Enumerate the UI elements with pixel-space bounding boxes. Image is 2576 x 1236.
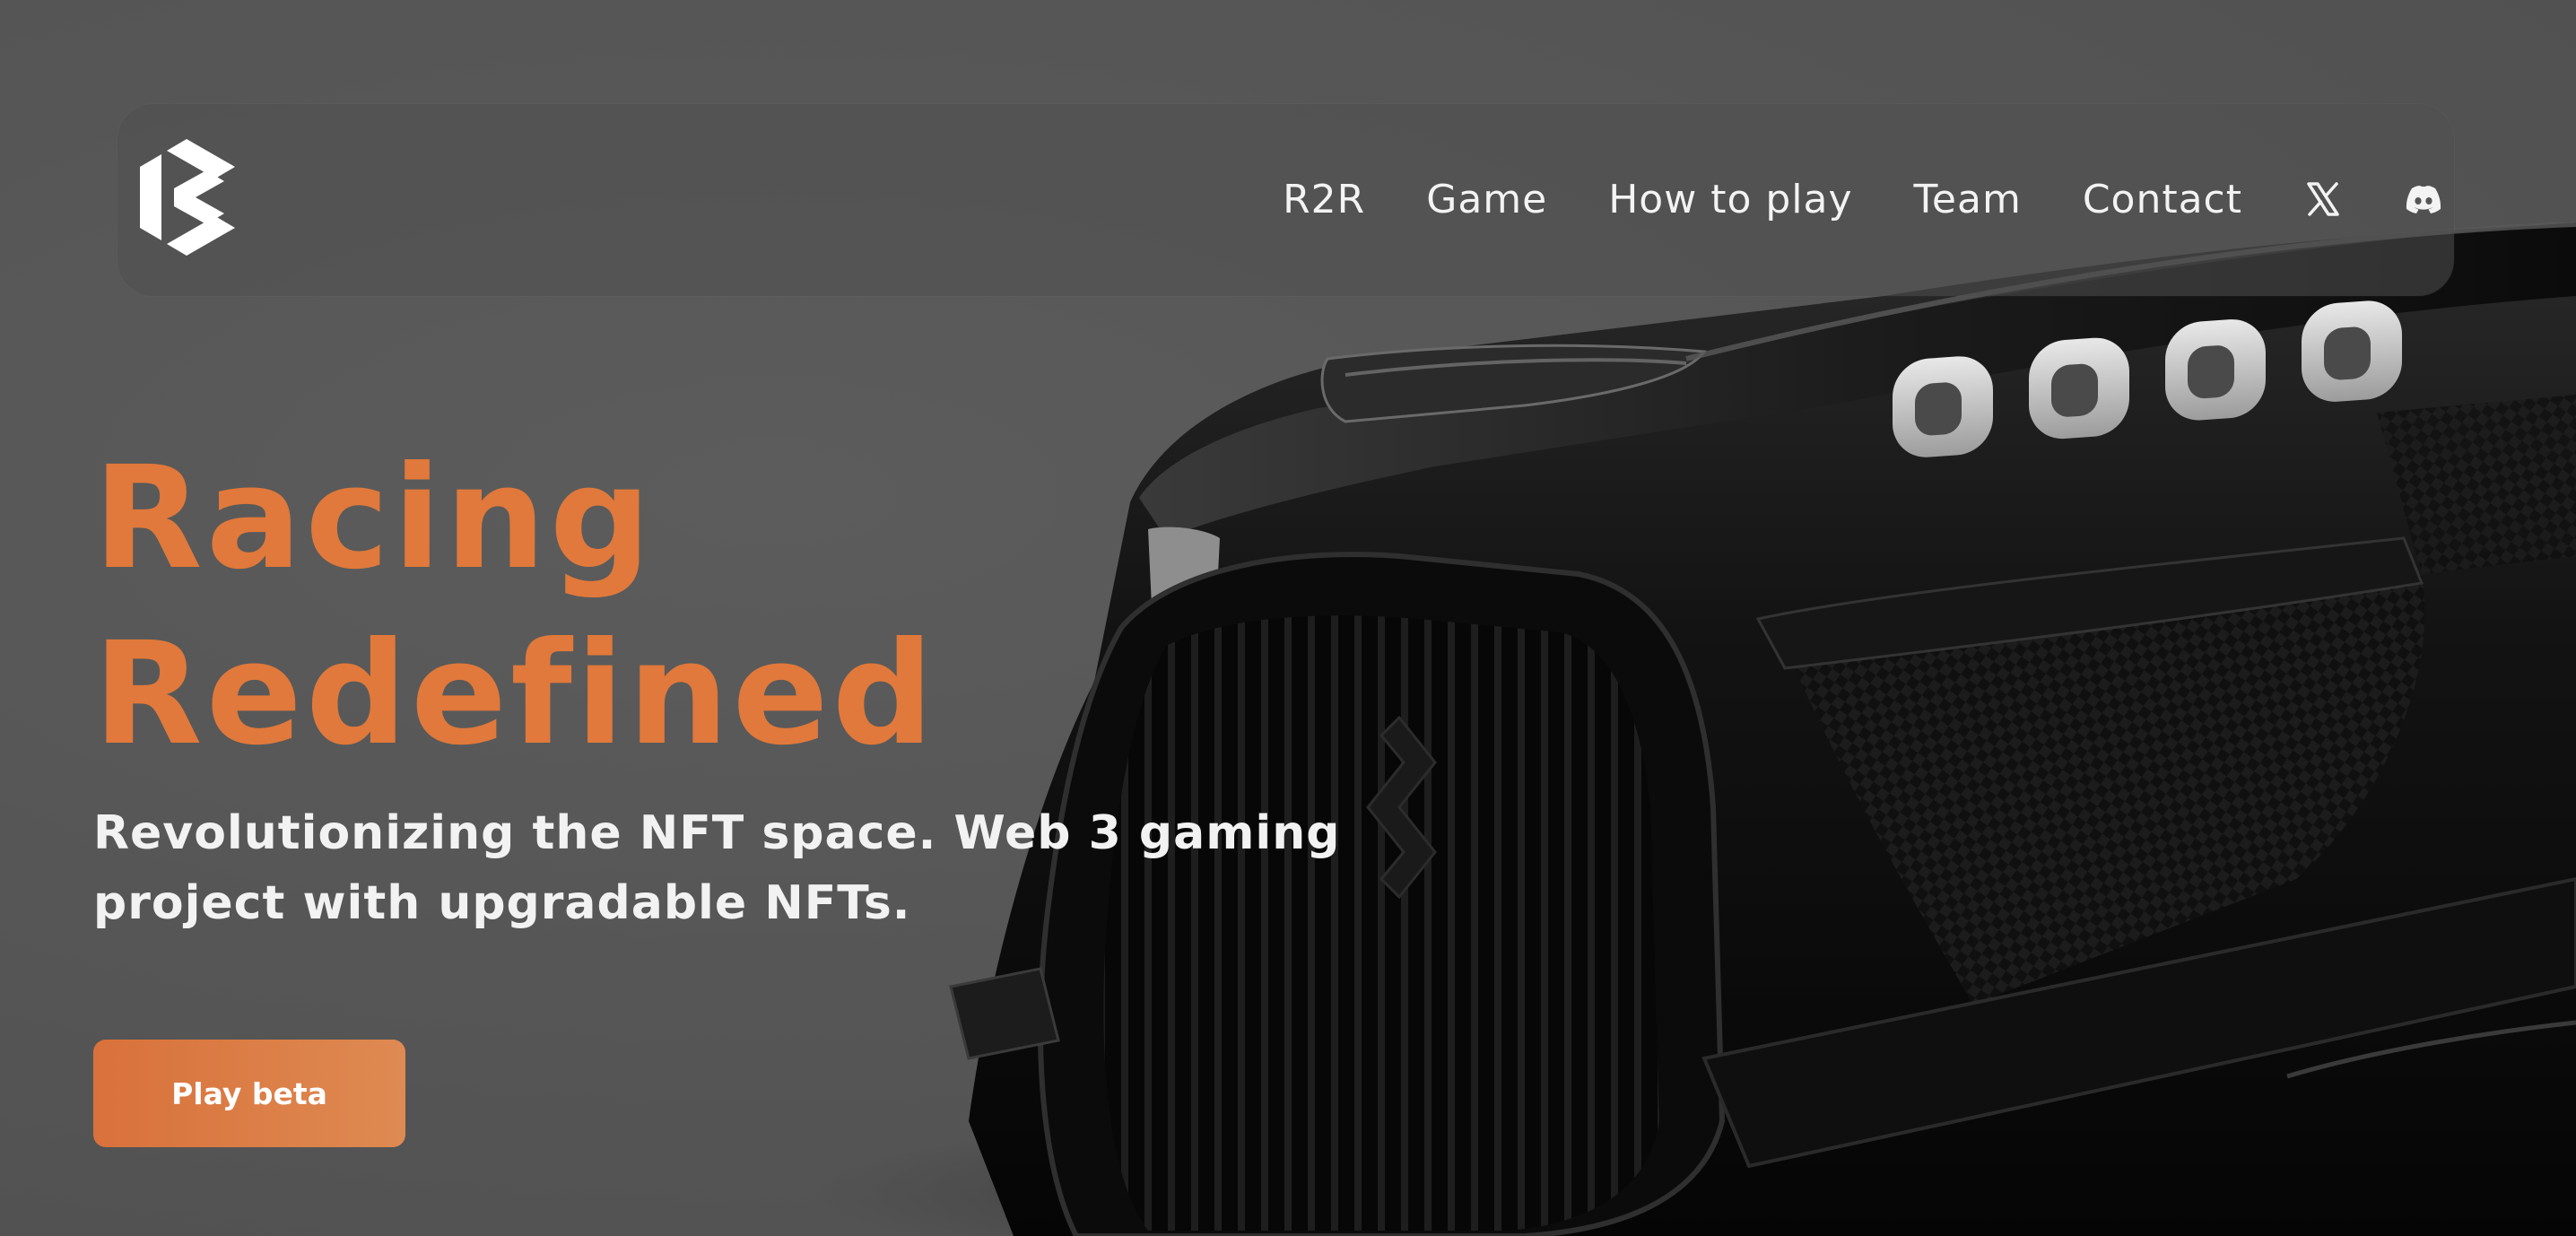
nav-link-how-to-play[interactable]: How to play [1608,177,1852,222]
play-beta-button[interactable]: Play beta [93,1040,405,1147]
hero-section: R2R Game How to play Team Contact Racing… [0,0,2576,1236]
nav-link-game[interactable]: Game [1426,177,1547,222]
hero-title-line-1: Racing [93,436,655,601]
x-icon[interactable] [2303,179,2343,219]
hero-title: Racing Redefined [93,431,937,782]
hero-subtitle: Revolutionizing the NFT space. Web 3 gam… [93,806,1341,930]
nav-link-r2r[interactable]: R2R [1283,177,1365,222]
discord-icon[interactable] [2404,179,2443,219]
nav-link-team[interactable]: Team [1914,177,2022,222]
brand-logo-icon[interactable] [135,136,240,258]
hero-title-line-2: Redefined [93,612,937,777]
nav-menu: R2R Game How to play Team Contact [1283,169,2443,230]
nav-link-contact[interactable]: Contact [2083,177,2242,222]
